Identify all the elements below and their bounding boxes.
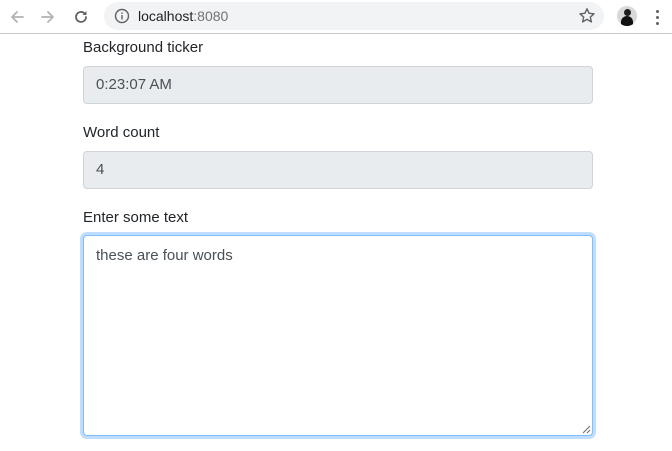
avatar-head [624, 9, 631, 16]
ticker-label: Background ticker [83, 39, 204, 56]
avatar-body [621, 16, 633, 26]
word-count-label: Word count [83, 124, 160, 141]
url-host: localhost [138, 8, 194, 24]
reload-icon[interactable] [70, 6, 92, 28]
address-bar[interactable]: localhost:8080 [104, 2, 604, 30]
text-input-area[interactable]: these are four words [83, 235, 593, 436]
star-icon[interactable] [578, 7, 596, 25]
info-icon[interactable] [114, 8, 130, 24]
text-input-label: Enter some text [83, 209, 189, 226]
back-arrow-icon[interactable] [6, 6, 28, 28]
ticker-field[interactable]: 0:23:07 AM [83, 66, 593, 104]
profile-avatar[interactable] [617, 6, 637, 26]
forward-arrow-icon[interactable] [37, 6, 59, 28]
kebab-menu-icon[interactable] [651, 7, 663, 27]
url-port: :8080 [193, 8, 229, 24]
browser-toolbar: localhost:8080 [0, 0, 672, 34]
url-text[interactable]: localhost:8080 [138, 8, 228, 24]
word-count-field[interactable]: 4 [83, 151, 593, 189]
resize-grip-icon[interactable] [581, 424, 591, 434]
